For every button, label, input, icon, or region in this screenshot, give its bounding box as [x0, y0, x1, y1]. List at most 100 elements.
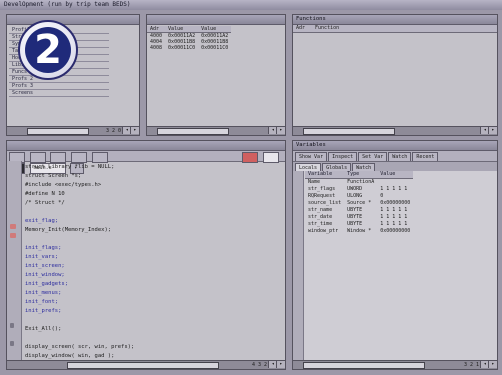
scroll-right-icon[interactable]: ▸ — [488, 361, 497, 368]
code-line[interactable]: init_prefs; — [25, 307, 283, 316]
table-cell: 1 1 1 1 1 — [380, 186, 408, 192]
breakpoint-icon[interactable] — [10, 224, 16, 229]
variables-header-row: Variable Type Value — [305, 171, 414, 179]
code-line[interactable]: init_font; — [25, 298, 283, 307]
scroll-right-icon[interactable]: ▸ — [276, 361, 285, 368]
code-line[interactable]: init_gadgets; — [25, 280, 283, 289]
scrollbar-thumb[interactable] — [303, 362, 425, 369]
scrollbar-thumb[interactable] — [67, 362, 219, 369]
scrollbar-thumb[interactable] — [303, 128, 395, 135]
table-row[interactable]: source_list Source * 0x00000000 — [305, 200, 413, 207]
table-cell: source_list — [308, 200, 342, 206]
table-cell: 1 1 1 1 1 — [380, 207, 408, 213]
table-row[interactable]: Name FunctionA — [305, 179, 413, 187]
table-cell: UWORD — [347, 186, 363, 192]
variables-toolbar-button[interactable]: Inspect — [328, 152, 358, 161]
horizontal-scrollbar[interactable]: ◂ ▸ — [293, 126, 497, 135]
table-cell: RQRequest — [308, 193, 336, 199]
list-item[interactable]: Profs 3 — [9, 83, 109, 90]
scroll-right-icon[interactable]: ▸ — [276, 127, 285, 134]
table-cell: 4008 — [150, 45, 163, 51]
code-line[interactable]: /* Struct */ — [25, 199, 283, 208]
code-line[interactable] — [25, 208, 283, 217]
scroll-position: 3 2 0 — [105, 128, 121, 134]
column-header: Type — [344, 171, 378, 179]
scroll-right-icon[interactable]: ▸ — [488, 127, 497, 134]
table-cell: 1 1 1 1 1 — [380, 221, 408, 227]
table-cell: str_name — [308, 207, 333, 213]
code-line[interactable]: #include <exec/types.h> — [25, 181, 283, 190]
table-cell: ULONG — [347, 193, 363, 199]
functions-title: Functions — [293, 15, 497, 25]
variables-toolbar-button[interactable]: Show Var — [295, 152, 328, 161]
pane-title-bar — [7, 15, 139, 25]
variables-title: Variables — [293, 141, 497, 151]
code-line[interactable]: init_vars; — [25, 253, 283, 262]
table-row[interactable]: 4008 0x00011C0 0x00011C0 — [147, 45, 231, 51]
code-line[interactable]: init_menus; — [25, 289, 283, 298]
column-header: Function — [315, 25, 340, 31]
pane-title-bar — [147, 15, 285, 25]
scroll-right-icon[interactable]: ▸ — [130, 127, 139, 134]
table-cell: Name — [308, 179, 321, 185]
horizontal-scrollbar[interactable]: ◂ ▸ — [147, 126, 285, 135]
table-row[interactable]: str_flags UWORD 1 1 1 1 1 — [305, 186, 413, 193]
table-cell: str_time — [308, 221, 333, 227]
scrollbar-thumb[interactable] — [27, 128, 89, 135]
source-editor-pane: main.c ▾ struct Library *lib = NULL; str… — [6, 140, 286, 370]
table-row[interactable]: window_ptr Window * 0x00000000 — [305, 228, 413, 235]
code-line[interactable]: struct Screen *s; — [25, 172, 283, 181]
table-cell: UBYTE — [347, 214, 363, 220]
window-title-bar: DevelOpment (run by trip team BEDS) — [0, 0, 502, 10]
table-cell: UBYTE — [347, 207, 363, 213]
table-row[interactable]: str_time UBYTE 1 1 1 1 1 — [305, 221, 413, 228]
variables-table-area: Variable Type Value Name FunctionA str_flags… — [293, 171, 497, 361]
code-line[interactable]: init_screen; — [25, 262, 283, 271]
table-row[interactable]: str_date UBYTE 1 1 1 1 1 — [305, 214, 413, 221]
editor-gutter — [7, 161, 22, 361]
pane-title-bar — [7, 141, 285, 151]
variables-tabs: Locals Globals Watch — [293, 162, 497, 172]
code-line[interactable]: display_screen( scr, win, prefs); — [25, 343, 283, 352]
code-line[interactable] — [25, 316, 283, 325]
table-cell: 0x00011C0 — [168, 45, 196, 51]
scroll-position: 3 2 1 — [463, 362, 479, 368]
variables-toolbar: Show Var Inspect Set Var Watch Recent — [293, 151, 497, 162]
code-line[interactable]: init_flags; — [25, 244, 283, 253]
variables-toolbar-button[interactable]: Set Var — [358, 152, 388, 161]
table-cell: 1 1 1 1 1 — [380, 214, 408, 220]
column-header: Adr — [296, 25, 306, 31]
functions-pane: Functions Adr Function ◂ ▸ — [292, 14, 498, 136]
horizontal-scrollbar[interactable]: 3 2 0 ◂ ▸ — [7, 126, 139, 135]
memory-pane: Adr Value Value 4000 0x00011A2 0x00011A2 4004… — [146, 14, 286, 136]
current-line-arrow-icon — [10, 341, 14, 346]
table-cell: Source * — [347, 200, 372, 206]
current-line-arrow-icon — [10, 323, 14, 328]
code-line[interactable] — [25, 334, 283, 343]
code-line[interactable]: #define N 10 — [25, 190, 283, 199]
code-line[interactable]: Memory_Init(Memory_Index); — [25, 226, 283, 235]
magazine-step-badge: 2 — [18, 20, 78, 80]
list-item[interactable]: Screens — [9, 90, 109, 97]
table-cell: window_ptr — [308, 228, 339, 234]
variables-toolbar-button[interactable]: Recent — [412, 152, 439, 161]
variables-pane: Variables Show Var Inspect Set Var Watch Rec… — [292, 140, 498, 370]
breakpoint-icon[interactable] — [10, 233, 16, 238]
code-line[interactable]: init_window; — [25, 271, 283, 280]
table-row[interactable]: RQRequest ULONG 0 — [305, 193, 413, 200]
table-cell: UBYTE — [347, 221, 363, 227]
code-line[interactable]: struct Library *lib = NULL; — [25, 163, 283, 172]
window-title: DevelOpment (run by trip team BEDS) — [4, 1, 131, 8]
table-row[interactable]: str_name UBYTE 1 1 1 1 1 — [305, 207, 413, 214]
code-line[interactable] — [25, 235, 283, 244]
horizontal-scrollbar[interactable]: 4 3 2 ◂ ▸ — [7, 360, 285, 369]
code-area[interactable]: struct Library *lib = NULL; struct Scree… — [7, 161, 285, 361]
memory-table: Adr Value Value 4000 0x00011A2 0x00011A2 4004… — [147, 26, 232, 51]
code-line[interactable]: Exit_All(); — [25, 325, 283, 334]
code-lines: struct Library *lib = NULL; struct Scree… — [25, 163, 283, 361]
variables-toolbar-button[interactable]: Watch — [388, 152, 412, 161]
table-cell: str_flags — [308, 186, 336, 192]
scrollbar-thumb[interactable] — [157, 128, 229, 135]
code-line[interactable]: exit_flag; — [25, 217, 283, 226]
horizontal-scrollbar[interactable]: 3 2 1 ◂ ▸ — [293, 360, 497, 369]
